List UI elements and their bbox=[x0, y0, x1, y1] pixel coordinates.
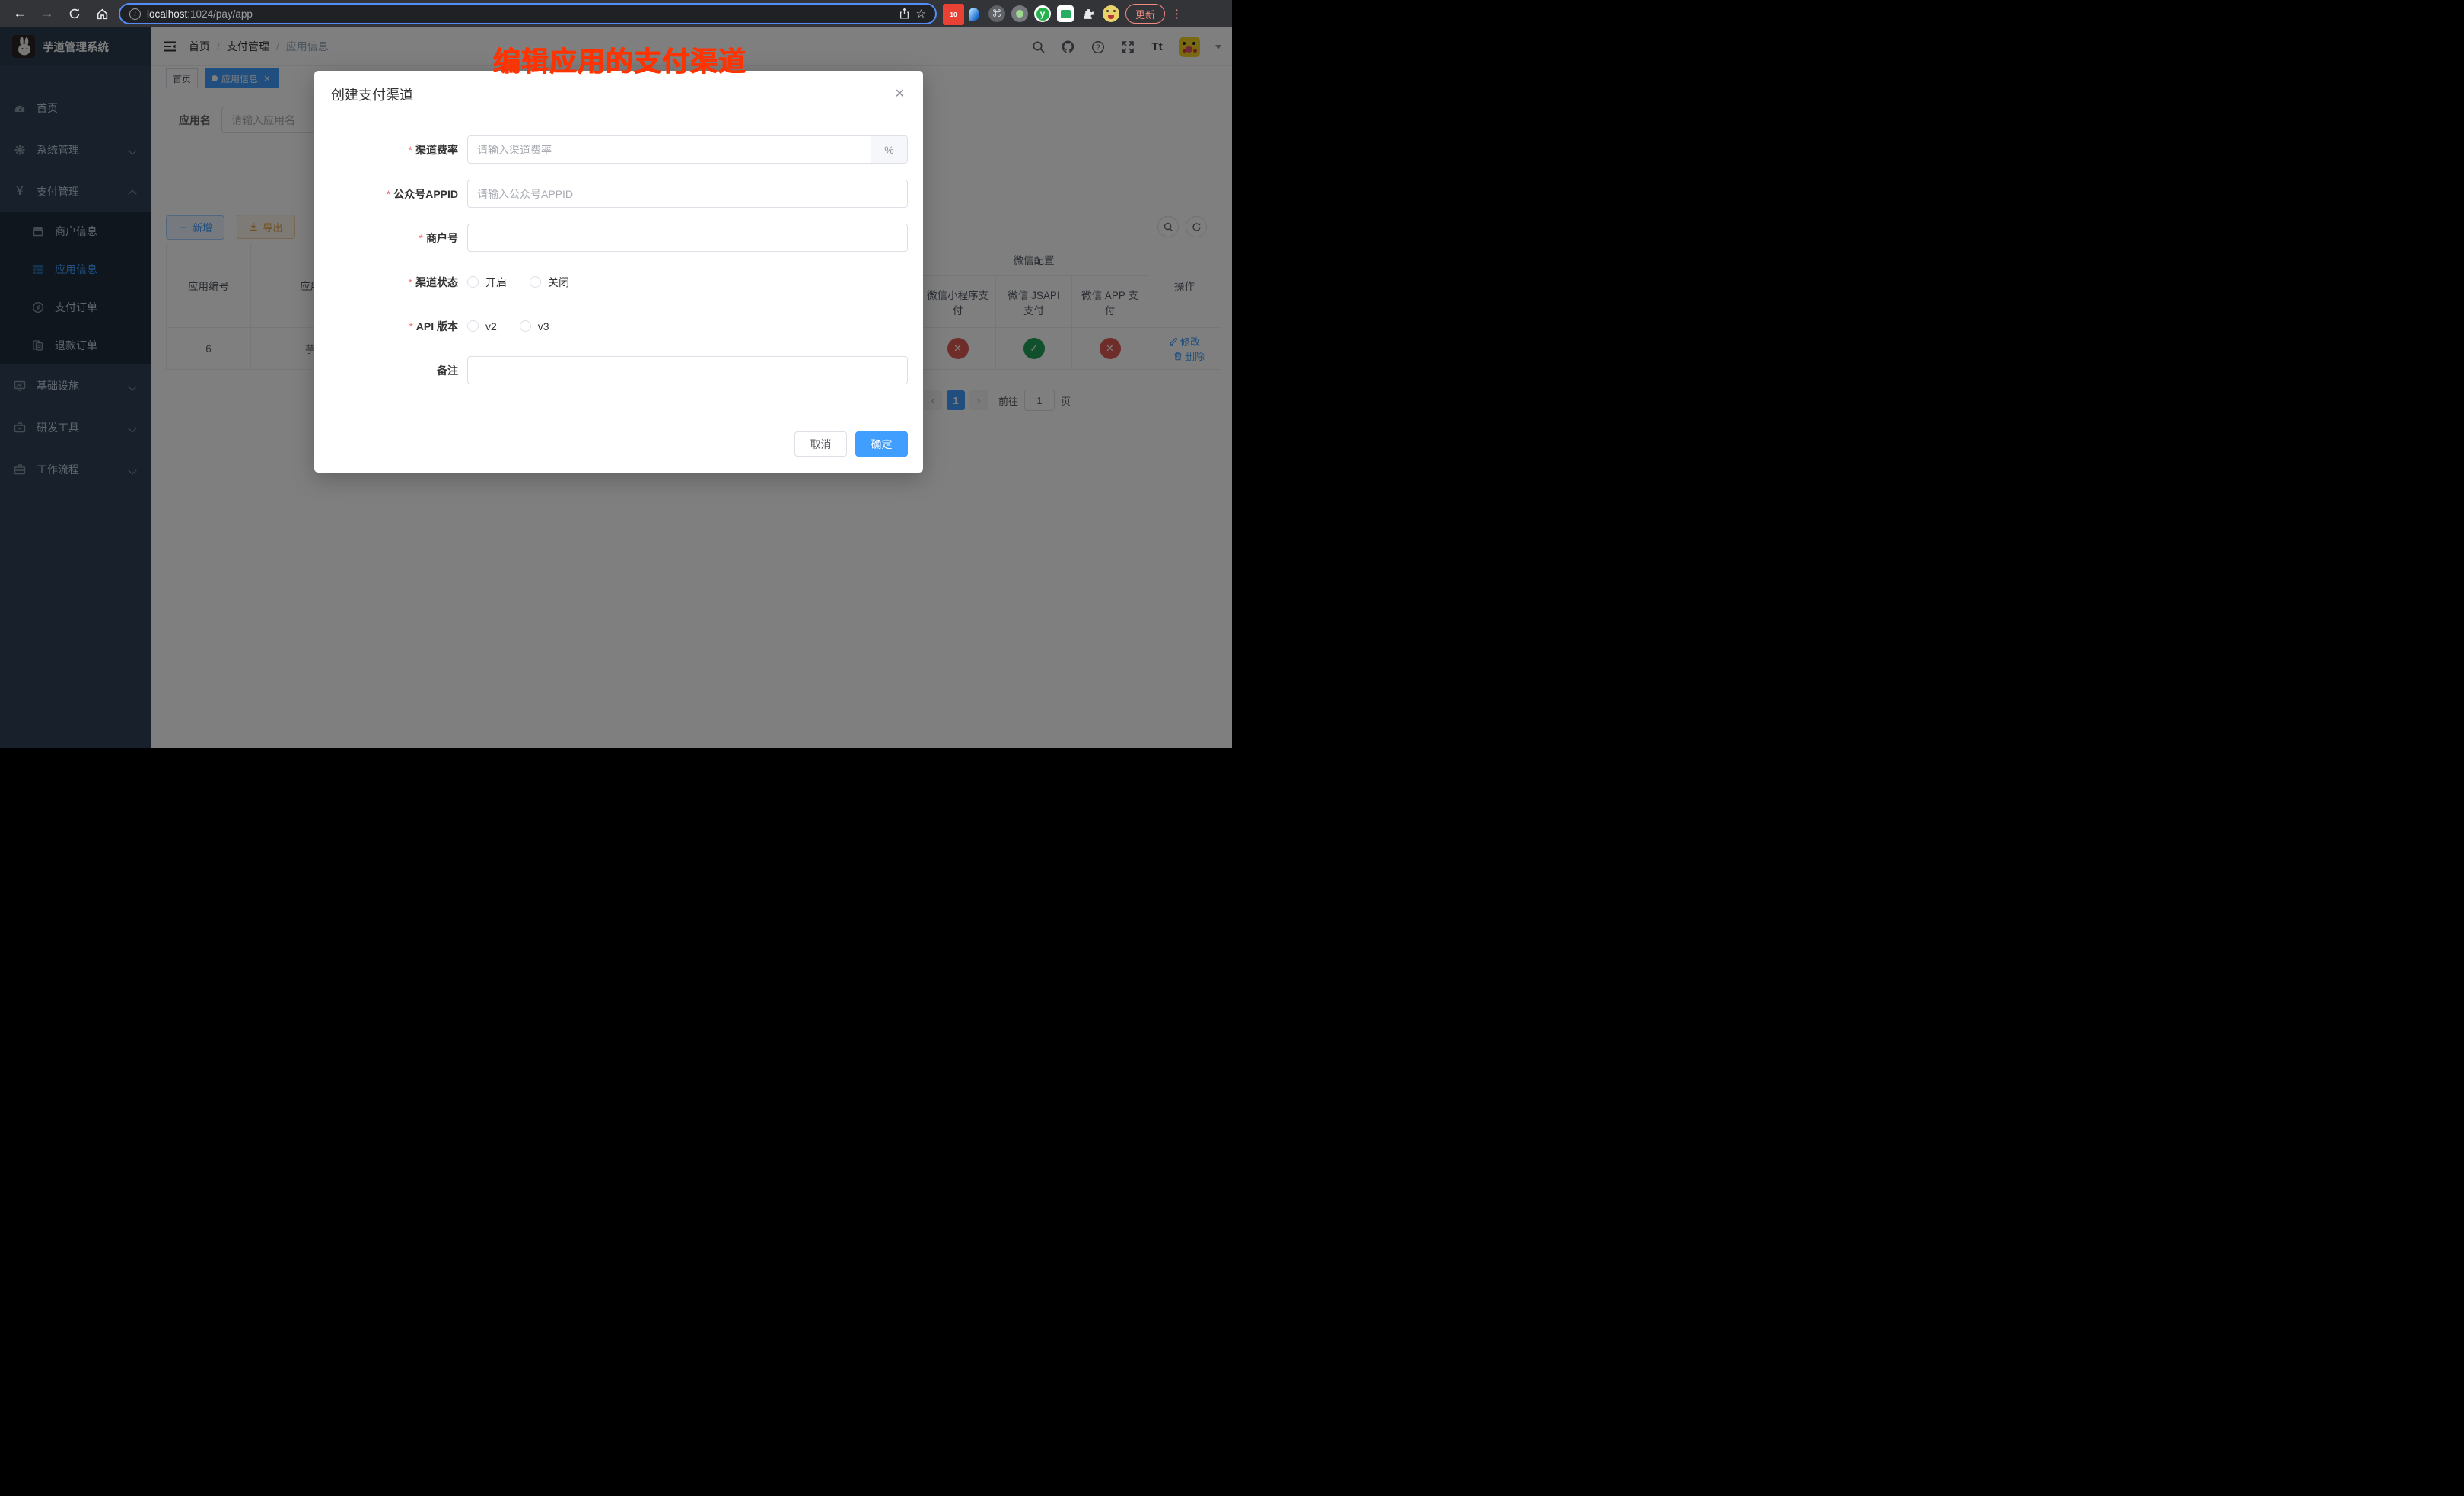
field-channel-rate: *渠道费率 % bbox=[314, 135, 923, 164]
extensions-puzzle-icon[interactable] bbox=[1080, 5, 1097, 22]
cancel-button[interactable]: 取消 bbox=[794, 431, 847, 457]
extension-y-icon[interactable] bbox=[1034, 5, 1051, 22]
appid-input[interactable] bbox=[467, 180, 908, 208]
percent-suffix: % bbox=[871, 136, 907, 163]
address-bar[interactable]: i localhost:1024/pay/app ☆ bbox=[119, 3, 937, 24]
site-info-icon[interactable]: i bbox=[129, 8, 141, 20]
browser-back-icon[interactable]: ← bbox=[9, 3, 30, 24]
radio-circle-icon bbox=[520, 320, 531, 332]
remark-input[interactable] bbox=[467, 356, 908, 384]
extension-dot-icon[interactable] bbox=[1011, 5, 1028, 22]
field-remark: 备注 bbox=[314, 356, 923, 384]
browser-reload-icon[interactable] bbox=[64, 3, 85, 24]
merchant-no-input[interactable] bbox=[467, 224, 908, 252]
browser-home-icon[interactable] bbox=[91, 3, 113, 24]
annotation-text: 编辑应用的支付渠道 bbox=[493, 40, 747, 79]
field-appid: *公众号APPID bbox=[314, 180, 923, 208]
screen: ← → i localhost:1024/pay/app ☆ 10 ⌘ 更新 ⋮ bbox=[0, 0, 1232, 748]
extension-badge: 10 bbox=[943, 4, 964, 25]
profile-avatar-icon[interactable] bbox=[1103, 5, 1119, 22]
channel-rate-input[interactable] bbox=[468, 136, 871, 163]
radio-status-open[interactable]: 开启 bbox=[467, 275, 507, 290]
confirm-button[interactable]: 确定 bbox=[855, 431, 908, 457]
field-channel-status: *渠道状态 开启 关闭 bbox=[314, 268, 923, 296]
dialog-title: 创建支付渠道 bbox=[331, 84, 413, 104]
create-pay-channel-dialog: 创建支付渠道 ✕ *渠道费率 % *公众号APPID *商户号 bbox=[314, 71, 923, 473]
radio-api-v2[interactable]: v2 bbox=[467, 320, 497, 333]
browser-forward-icon[interactable]: → bbox=[37, 3, 58, 24]
radio-circle-icon bbox=[530, 276, 541, 288]
close-icon[interactable]: ✕ bbox=[895, 86, 905, 101]
app-page: 芋道管理系统 首页 系统管理 ¥ 支付管理 商户信息 bbox=[0, 27, 1232, 748]
bookmark-star-icon[interactable]: ☆ bbox=[916, 7, 926, 21]
share-icon[interactable] bbox=[899, 8, 910, 20]
field-merchant-no: *商户号 bbox=[314, 224, 923, 252]
extension-grid-icon[interactable]: 10 bbox=[943, 5, 960, 22]
extension-kite-icon[interactable] bbox=[966, 5, 982, 22]
browser-update-button[interactable]: 更新 bbox=[1125, 4, 1165, 24]
radio-api-v3[interactable]: v3 bbox=[520, 320, 549, 333]
browser-menu-icon[interactable]: ⋮ bbox=[1171, 7, 1182, 21]
extension-command-icon[interactable]: ⌘ bbox=[988, 5, 1005, 22]
field-api-version: *API 版本 v2 v3 bbox=[314, 312, 923, 340]
url-text[interactable]: localhost:1024/pay/app bbox=[147, 8, 893, 20]
extension-chat-icon[interactable] bbox=[1057, 5, 1074, 22]
browser-toolbar: ← → i localhost:1024/pay/app ☆ 10 ⌘ 更新 ⋮ bbox=[0, 0, 1232, 27]
radio-circle-icon bbox=[467, 276, 479, 288]
radio-circle-icon bbox=[467, 320, 479, 332]
radio-status-closed[interactable]: 关闭 bbox=[530, 275, 569, 290]
